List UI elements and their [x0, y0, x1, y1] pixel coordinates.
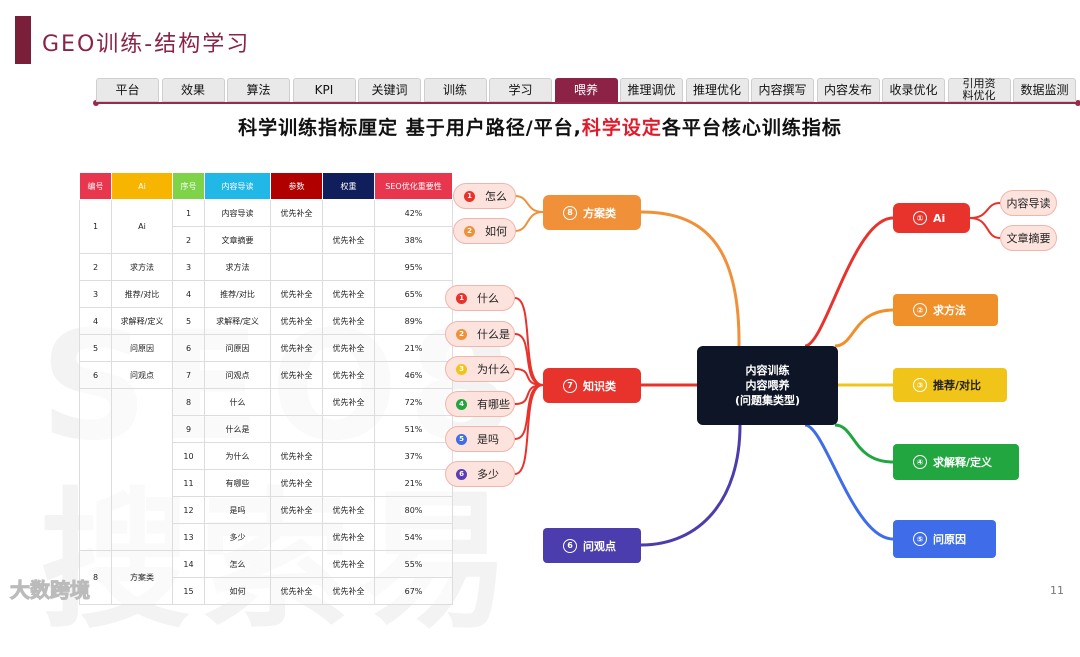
ai-child-node-1: 文章摘要 — [1000, 225, 1057, 251]
leaf-label: 怎么 — [485, 190, 507, 203]
connector-fangan-child-1 — [514, 211, 544, 232]
connector-fangan-child-0 — [514, 195, 544, 213]
leaf-label: 内容导读 — [1006, 197, 1051, 210]
fangan-child-node-0: 1 怎么 — [453, 183, 516, 209]
page-number: 11 — [1050, 584, 1064, 597]
ai-child-node-0: 内容导读 — [1000, 190, 1057, 216]
zhishi-child-node-4: 5 是吗 — [445, 426, 515, 452]
branch-label: 推荐/对比 — [933, 379, 982, 392]
leaf-number-badge: 3 — [456, 363, 467, 375]
leaf-number-badge: 5 — [456, 433, 467, 445]
connector-right-4 — [804, 423, 894, 541]
leaf-label: 为什么 — [477, 363, 510, 376]
branch-node-right-4: ⑤ 问原因 — [893, 520, 996, 558]
branch-node-left-1: 7 知识类 — [543, 368, 641, 403]
mindmap-center-node: 内容训练 内容喂养 (问题集类型) — [697, 346, 838, 425]
branch-label: 求方法 — [933, 304, 966, 317]
leaf-label: 什么是 — [477, 328, 510, 341]
branch-number-badge: ② — [913, 303, 927, 317]
zhishi-child-node-0: 1 什么 — [445, 285, 515, 311]
branch-label: 求解释/定义 — [933, 456, 993, 469]
leaf-number-badge: 2 — [464, 225, 475, 237]
branch-node-right-2: ③ 推荐/对比 — [893, 368, 1007, 402]
branch-number-badge: ③ — [913, 378, 927, 392]
branch-number-badge: 6 — [563, 538, 577, 553]
leaf-number-badge: 4 — [456, 398, 467, 410]
leaf-number-badge: 6 — [456, 468, 467, 480]
zhishi-child-node-5: 6 多少 — [445, 461, 515, 487]
connector-ai-child-0 — [969, 202, 1001, 219]
branch-node-right-0: ① Ai — [893, 203, 970, 233]
zhishi-child-node-1: 2 什么是 — [445, 321, 515, 347]
leaf-number-badge: 2 — [456, 328, 467, 340]
leaf-label: 是吗 — [477, 433, 499, 446]
connector-zhishi-child-0 — [514, 297, 544, 386]
zhishi-child-node-2: 3 为什么 — [445, 356, 515, 382]
branch-node-left-0: 8 方案类 — [543, 195, 641, 230]
center-line-1: 内容训练 — [745, 364, 790, 377]
branch-node-right-3: ④ 求解释/定义 — [893, 444, 1019, 480]
connector-left-2 — [640, 424, 742, 547]
branch-node-left-2: 6 问观点 — [543, 528, 641, 563]
branch-label: 问原因 — [933, 533, 966, 546]
leaf-label: 有哪些 — [477, 398, 510, 411]
leaf-number-badge: 1 — [464, 190, 475, 202]
branch-node-right-1: ② 求方法 — [893, 294, 998, 326]
connector-right-0 — [804, 216, 894, 348]
branch-number-badge: ⑤ — [913, 532, 927, 546]
branch-number-badge: 7 — [563, 378, 577, 393]
fangan-child-node-1: 2 如何 — [453, 218, 516, 244]
connector-right-1 — [834, 308, 894, 348]
leaf-label: 如何 — [485, 225, 507, 238]
leaf-label: 什么 — [477, 292, 499, 305]
branch-label: 知识类 — [583, 379, 616, 393]
leaf-label: 文章摘要 — [1006, 232, 1051, 245]
center-line-2: 内容喂养 — [745, 379, 790, 392]
connector-left-0 — [640, 210, 741, 347]
connector-zhishi-child-5 — [514, 384, 544, 475]
branch-number-badge: 8 — [563, 205, 577, 220]
leaf-label: 多少 — [477, 468, 499, 481]
branch-label: Ai — [933, 211, 946, 225]
footer-logo: 大数跨境 — [10, 578, 91, 603]
branch-label: 方案类 — [583, 206, 616, 220]
leaf-number-badge: 1 — [456, 292, 467, 304]
branch-label: 问观点 — [583, 539, 616, 553]
center-line-3: (问题集类型) — [734, 394, 801, 407]
zhishi-child-node-3: 4 有哪些 — [445, 391, 515, 417]
branch-number-badge: ④ — [913, 455, 927, 469]
branch-number-badge: ① — [913, 211, 927, 225]
connector-ai-child-1 — [969, 217, 1001, 239]
connector-right-3 — [834, 423, 894, 464]
